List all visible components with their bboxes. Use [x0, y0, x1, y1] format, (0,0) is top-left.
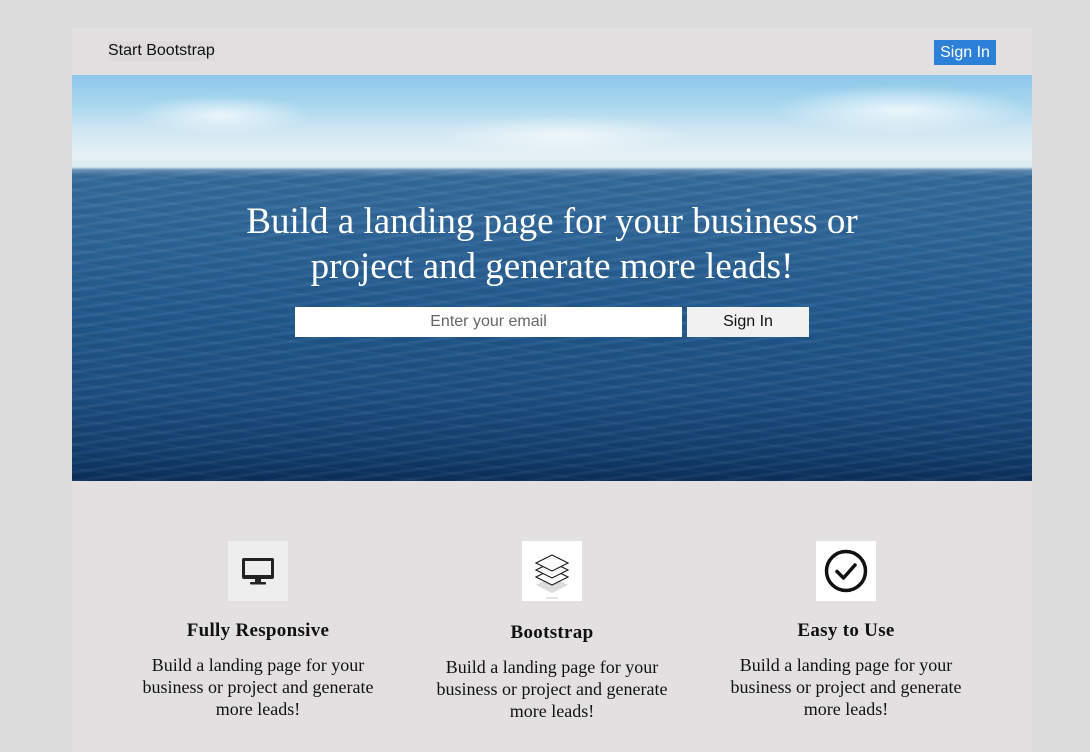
feature-description-line: more leads! — [803, 699, 889, 719]
feature-description-line: more leads! — [509, 701, 595, 721]
feature-title: Fully Responsive — [186, 620, 330, 641]
monitor-icon — [228, 541, 288, 601]
hero-signin-button[interactable]: Sign In — [687, 307, 809, 337]
features-section: Fully Responsive Build a landing page fo… — [72, 481, 1032, 752]
navbar: Start Bootstrap Sign In — [72, 28, 1032, 75]
feature-description-line: Build a landing page for your — [445, 657, 659, 677]
hero-cloud — [132, 95, 312, 135]
feature-bootstrap: Bootstrap Build a landing page for your … — [405, 541, 699, 722]
layers-icon — [522, 541, 582, 601]
feature-title: Easy to Use — [797, 620, 895, 641]
email-input[interactable] — [295, 307, 682, 337]
feature-description: Build a landing page for your business o… — [405, 656, 699, 722]
hero-cloud — [432, 115, 692, 155]
feature-description-line: more leads! — [215, 699, 301, 719]
feature-title: Bootstrap — [510, 622, 594, 643]
feature-description: Build a landing page for your business o… — [111, 654, 405, 720]
feature-description-line: Build a landing page for your — [739, 655, 953, 675]
page: Start Bootstrap Sign In Build a landing … — [72, 28, 1032, 752]
hero-cloud — [772, 85, 1032, 135]
check-circle-icon — [816, 541, 876, 601]
navbar-brand[interactable]: Start Bootstrap — [108, 41, 215, 61]
hero-section: Build a landing page for your business o… — [72, 75, 1032, 481]
hero-headline: Build a landing page for your business o… — [72, 199, 1032, 289]
navbar-signin-button[interactable]: Sign In — [934, 40, 996, 65]
feature-description-line: business or project and generate — [436, 679, 668, 699]
feature-description-line: business or project and generate — [142, 677, 374, 697]
feature-fully-responsive: Fully Responsive Build a landing page fo… — [111, 541, 405, 720]
feature-description-line: business or project and generate — [730, 677, 962, 697]
hero-headline-line: project and generate more leads! — [310, 246, 794, 287]
feature-description-line: Build a landing page for your — [151, 655, 365, 675]
feature-easy-to-use: Easy to Use Build a landing page for you… — [699, 541, 993, 720]
hero-headline-line: Build a landing page for your business o… — [246, 201, 858, 242]
feature-description: Build a landing page for your business o… — [699, 654, 993, 720]
